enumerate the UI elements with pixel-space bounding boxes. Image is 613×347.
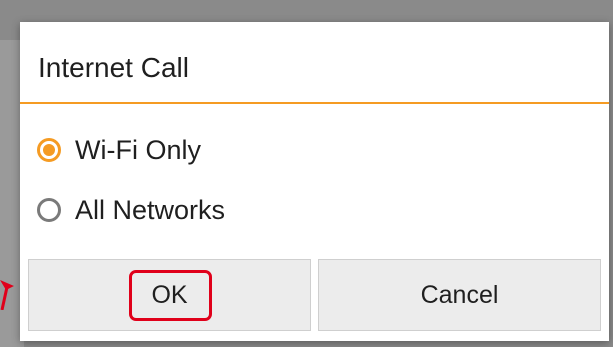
title-divider (20, 102, 609, 104)
option-label: All Networks (75, 194, 226, 225)
internet-call-dialog: Internet Call Wi-Fi Only All Networks OK… (20, 22, 609, 341)
option-wifi-only[interactable]: Wi-Fi Only (37, 130, 201, 170)
option-all-networks[interactable]: All Networks (37, 190, 225, 230)
cancel-button[interactable]: Cancel (318, 259, 601, 331)
radio-unselected-icon[interactable] (37, 198, 61, 222)
dialog-title: Internet Call (38, 52, 189, 83)
radio-selected-icon[interactable] (37, 138, 61, 162)
ok-button[interactable]: OK (28, 259, 311, 331)
option-label: Wi-Fi Only (75, 134, 201, 165)
